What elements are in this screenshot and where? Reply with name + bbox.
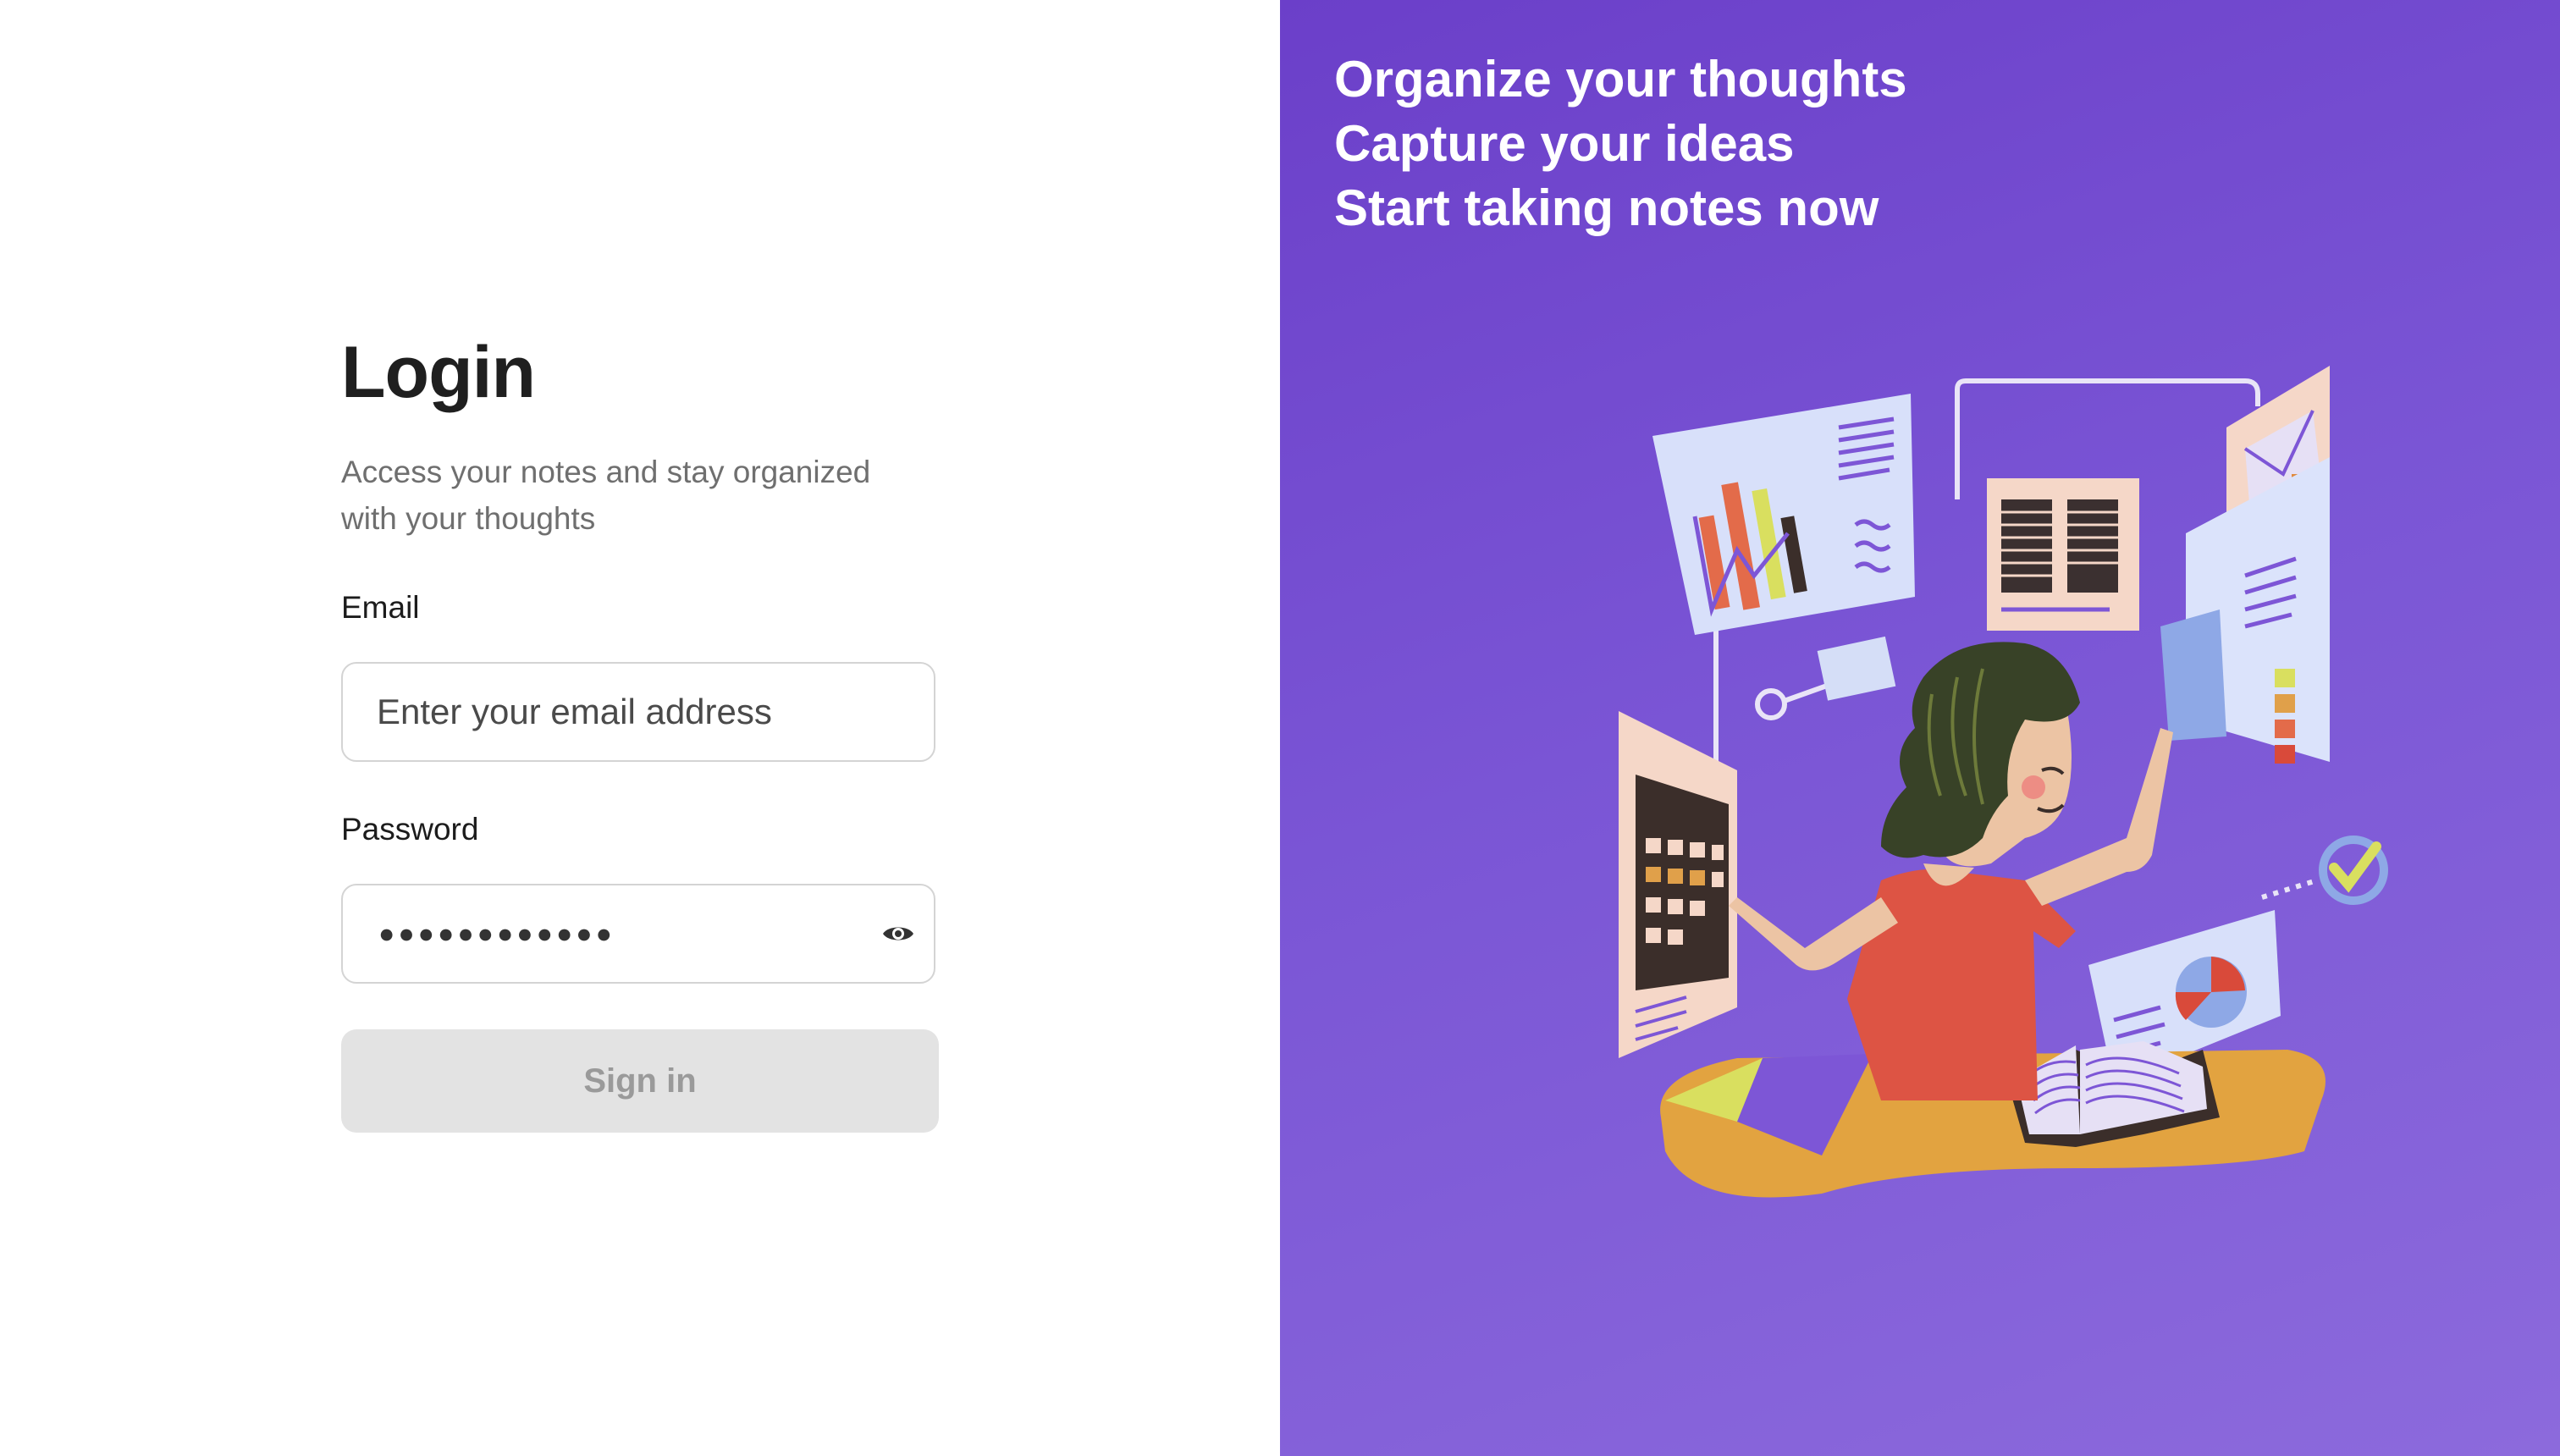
- email-input[interactable]: [343, 664, 934, 760]
- password-label: Password: [341, 812, 479, 847]
- tagline-3: Start taking notes now: [1334, 179, 1879, 236]
- hero-taglines: Organize your thoughts Capture your idea…: [1334, 47, 1907, 240]
- password-input[interactable]: ●●●●●●●●●●●●: [378, 918, 615, 950]
- woman-organizing-notes-illustration: [1619, 366, 2388, 1198]
- tagline-2: Capture your ideas: [1334, 115, 1795, 172]
- login-panel: Login Access your notes and stay organiz…: [0, 0, 1280, 1456]
- page-title: Login: [341, 332, 536, 413]
- page-subtitle: Access your notes and stay organized wit…: [341, 455, 871, 536]
- login-form: Login Access your notes and stay organiz…: [341, 330, 939, 1133]
- password-field-container[interactable]: ●●●●●●●●●●●●: [341, 884, 935, 984]
- tagline-1: Organize your thoughts: [1334, 51, 1907, 108]
- email-label: Email: [341, 590, 420, 625]
- sign-in-button[interactable]: Sign in: [341, 1029, 939, 1133]
- hero-panel: Organize your thoughts Capture your idea…: [1280, 0, 2560, 1456]
- eye-icon[interactable]: [878, 913, 919, 954]
- email-field-container: [341, 662, 935, 762]
